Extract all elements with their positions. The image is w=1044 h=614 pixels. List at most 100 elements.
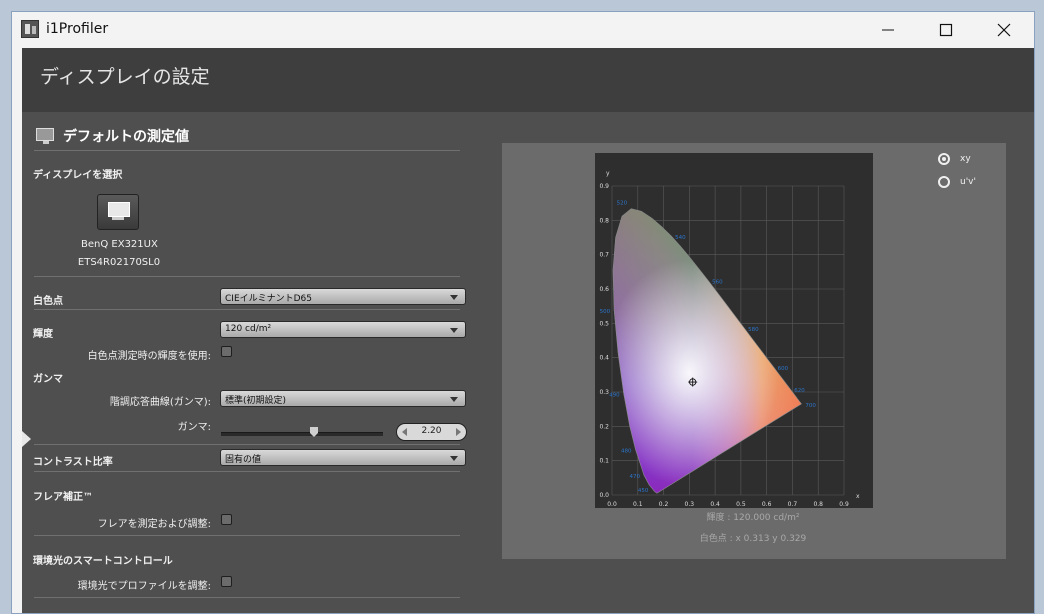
gamma-slider[interactable] xyxy=(221,432,383,436)
tone-curve-value: 標準(初期設定) xyxy=(225,396,287,406)
gamma-value-label: ガンマ: xyxy=(177,422,211,433)
display-select-button[interactable] xyxy=(97,194,139,230)
page-header: ディスプレイの設定 xyxy=(22,48,1034,112)
app-icon xyxy=(21,20,39,38)
divider xyxy=(34,150,460,151)
luminance-dropdown[interactable]: 120 cd/m² xyxy=(220,321,466,338)
divider xyxy=(34,471,460,472)
x-tick-label: 0.7 xyxy=(788,501,798,508)
x-tick-label: 0.5 xyxy=(736,501,746,508)
gamma-stepper[interactable]: 2.20 xyxy=(396,423,467,441)
y-tick-label: 0.5 xyxy=(599,320,609,327)
minimize-icon xyxy=(882,29,894,31)
y-tick-label: 0.0 xyxy=(599,492,609,499)
expand-sidebar-arrow-icon[interactable] xyxy=(22,431,31,447)
luminance-label: 輝度 xyxy=(33,329,53,340)
y-axis-label: y xyxy=(606,170,610,177)
x-tick-label: 0.2 xyxy=(659,501,669,508)
wavelength-label: 620 xyxy=(794,388,805,394)
app-content: ディスプレイの設定 デフォルトの測定値 ディスプレイを選択 BenQ EX321… xyxy=(22,48,1034,613)
whitepoint-label: 白色点 xyxy=(33,296,63,307)
monitor-icon xyxy=(108,202,130,217)
flare-label: フレア補正™ xyxy=(33,492,93,503)
maximize-button[interactable] xyxy=(917,12,975,48)
wavelength-label: 500 xyxy=(600,309,611,315)
x-tick-label: 0.9 xyxy=(839,501,849,508)
chevron-down-icon xyxy=(450,295,458,300)
xy-radio[interactable] xyxy=(938,153,950,165)
display-select-label: ディスプレイを選択 xyxy=(33,170,123,181)
window-title: i1Profiler xyxy=(46,21,109,37)
uv-radio[interactable] xyxy=(938,176,950,188)
x-tick-label: 0.4 xyxy=(710,501,720,508)
ambient-adjust-label: 環境光でプロファイルを調整: xyxy=(77,581,211,592)
display-name: BenQ EX321UX xyxy=(81,239,158,250)
tone-curve-label: 階調応答曲線(ガンマ): xyxy=(109,397,211,408)
y-tick-label: 0.9 xyxy=(599,183,609,190)
y-tick-label: 0.7 xyxy=(599,252,609,259)
app-window: i1Profiler ディスプレイの設定 デフォルトの測定値 ディスプレイを選択… xyxy=(11,11,1035,614)
wavelength-label: 540 xyxy=(675,235,686,241)
flare-measure-label: フレアを測定および調整: xyxy=(97,519,211,530)
wavelength-label: 600 xyxy=(778,366,789,372)
x-tick-label: 0.0 xyxy=(607,501,617,508)
whitepoint-value: CIEイルミナントD65 xyxy=(225,294,313,304)
chevron-down-icon xyxy=(450,456,458,461)
wavelength-label: 560 xyxy=(712,280,723,286)
wavelength-label: 470 xyxy=(629,474,640,480)
page-title: ディスプレイの設定 xyxy=(40,66,210,88)
ambient-label: 環境光のスマートコントロール xyxy=(33,556,173,567)
contrast-value: 固有の値 xyxy=(225,455,262,465)
increment-arrow-icon[interactable] xyxy=(456,428,461,436)
chevron-down-icon xyxy=(450,328,458,333)
xy-radio-label: xy xyxy=(960,154,971,164)
cie-chart: 0.0 0.1 0.2 0.3 0.4 0.5 0.6 0.7 0.8 0.9 0.0 0.1 0.2 0… xyxy=(595,153,873,508)
wavelength-label: 490 xyxy=(609,393,620,399)
tone-curve-dropdown[interactable]: 標準(初期設定) xyxy=(220,390,466,407)
display-serial: ETS4R02170SL0 xyxy=(77,257,161,268)
minimize-button[interactable] xyxy=(859,12,917,48)
y-tick-label: 0.6 xyxy=(599,286,609,293)
gamma-label: ガンマ xyxy=(33,374,63,385)
close-icon xyxy=(997,23,1011,37)
luminance-readout: 輝度 : 120.000 cd/m² xyxy=(706,513,800,523)
whitepoint-dropdown[interactable]: CIEイルミナントD65 xyxy=(220,288,466,305)
monitor-stand xyxy=(112,217,124,220)
luminance-value: 120 cd/m² xyxy=(225,324,272,334)
contrast-label: コントラスト比率 xyxy=(33,457,113,468)
divider xyxy=(34,597,460,598)
ambient-adjust-checkbox[interactable] xyxy=(221,576,232,587)
divider xyxy=(34,309,460,310)
chevron-down-icon xyxy=(450,397,458,402)
contrast-dropdown[interactable]: 固有の値 xyxy=(220,449,466,466)
whitepoint-readout: 白色点 : x 0.313 y 0.329 xyxy=(699,534,807,544)
wavelength-label: 580 xyxy=(748,327,759,333)
wavelength-label: 520 xyxy=(617,201,628,207)
divider xyxy=(34,444,460,445)
y-tick-label: 0.2 xyxy=(599,423,609,430)
x-tick-label: 0.3 xyxy=(685,501,695,508)
divider xyxy=(34,535,460,536)
use-wp-luminance-label: 白色点測定時の輝度を使用: xyxy=(87,351,211,362)
wavelength-label: 450 xyxy=(638,488,649,494)
y-tick-label: 0.8 xyxy=(599,217,609,224)
y-tick-label: 0.1 xyxy=(599,458,609,465)
x-axis-label: x xyxy=(856,493,860,500)
wavelength-label: 700 xyxy=(805,403,816,409)
x-tick-label: 0.8 xyxy=(813,501,823,508)
chromaticity-panel: 0.0 0.1 0.2 0.3 0.4 0.5 0.6 0.7 0.8 0.9 0.0 0.1 0.2 0… xyxy=(502,143,1006,559)
title-bar: i1Profiler xyxy=(12,12,1034,48)
x-tick-label: 0.1 xyxy=(633,501,643,508)
monitor-icon xyxy=(36,128,54,144)
section-title: デフォルトの測定値 xyxy=(63,129,189,145)
y-tick-label: 0.3 xyxy=(599,389,609,396)
wavelength-label: 480 xyxy=(621,448,632,454)
uv-radio-label: u'v' xyxy=(960,177,976,187)
y-tick-label: 0.4 xyxy=(599,355,609,362)
divider xyxy=(34,276,460,277)
flare-measure-checkbox[interactable] xyxy=(221,514,232,525)
maximize-icon xyxy=(939,23,953,37)
close-button[interactable] xyxy=(975,12,1033,48)
x-tick-label: 0.6 xyxy=(762,501,772,508)
use-wp-luminance-checkbox[interactable] xyxy=(221,346,232,357)
